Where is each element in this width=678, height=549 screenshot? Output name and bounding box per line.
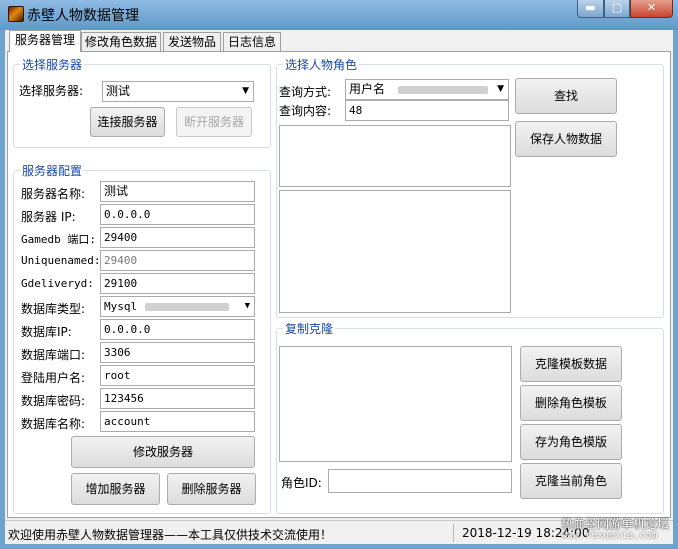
select-server-legend: 选择服务器	[22, 58, 83, 72]
db-type-value: Mysql	[104, 300, 138, 313]
server-select-value: 测试	[106, 84, 131, 98]
db-user-input[interactable]: root	[100, 365, 255, 386]
chevron-down-icon: ▼	[242, 86, 249, 96]
role-id-label: 角色ID:	[281, 476, 322, 490]
client-area: 服务器管理 修改角色数据 发送物品 日志信息 选择服务器 选择服务器: 测试 ▼…	[5, 30, 673, 544]
status-message: 欢迎使用赤壁人物数据管理器——本工具仅供技术交流使用！	[8, 528, 333, 542]
close-button[interactable]: ✕	[630, 0, 673, 18]
db-ip-input[interactable]: 0.0.0.0	[100, 319, 255, 340]
role-id-input[interactable]	[328, 469, 512, 493]
gamedb-port-label: Gamedb 端口:	[21, 233, 96, 246]
minimize-button[interactable]: ▬	[577, 0, 604, 18]
clone-current-character-button[interactable]: 克隆当前角色	[520, 463, 622, 499]
gdeliveryd-input[interactable]: 29100	[100, 273, 255, 294]
delete-template-button[interactable]: 删除角色模板	[520, 385, 622, 421]
query-mode-select[interactable]: 用户名 ▼	[345, 79, 509, 100]
clone-template-list[interactable]	[279, 346, 512, 462]
blurred-text	[145, 303, 229, 311]
query-button[interactable]: 查找	[515, 78, 617, 114]
db-user-label: 登陆用户名:	[21, 371, 86, 385]
disconnect-server-button[interactable]: 断开服务器	[176, 107, 252, 137]
db-name-input[interactable]: account	[100, 411, 255, 432]
save-as-template-button[interactable]: 存为角色模版	[520, 424, 622, 460]
maximize-button[interactable]: □	[604, 0, 630, 18]
server-name-input[interactable]: 测试	[100, 181, 255, 202]
delete-server-button[interactable]: 删除服务器	[167, 473, 256, 505]
server-ip-input[interactable]: 0.0.0.0	[100, 204, 255, 225]
clone-legend: 复制克隆	[285, 322, 334, 336]
db-port-input[interactable]: 3306	[100, 342, 255, 363]
uniquenamed-input[interactable]: 29400	[100, 250, 255, 271]
app-logo-icon	[8, 6, 24, 22]
server-ip-label: 服务器 IP:	[21, 210, 76, 224]
db-name-label: 数据库名称:	[21, 417, 86, 431]
gamedb-port-input[interactable]: 29400	[100, 227, 255, 248]
save-character-button[interactable]: 保存人物数据	[515, 121, 617, 157]
add-server-button[interactable]: 增加服务器	[71, 473, 160, 505]
db-password-label: 数据库密码:	[21, 394, 86, 408]
db-type-label: 数据库类型:	[21, 302, 86, 316]
server-config-legend: 服务器配置	[22, 164, 83, 178]
query-content-input[interactable]: 48	[345, 100, 509, 121]
blurred-text	[398, 86, 488, 94]
character-detail-box[interactable]	[279, 190, 511, 313]
db-port-label: 数据库端口:	[21, 348, 86, 362]
window-title: 赤壁人物数据管理	[27, 8, 139, 24]
tab-logs[interactable]: 日志信息	[223, 32, 281, 51]
server-name-label: 服务器名称:	[21, 187, 86, 201]
chevron-down-icon: ▼	[244, 301, 250, 311]
tab-send-items[interactable]: 发送物品	[163, 32, 221, 51]
db-ip-label: 数据库IP:	[21, 325, 72, 339]
status-separator	[453, 524, 454, 542]
db-password-input[interactable]: 123456	[100, 388, 255, 409]
tab-edit-character[interactable]: 修改角色数据	[81, 32, 161, 51]
tab-server-management[interactable]: 服务器管理	[9, 30, 81, 52]
db-type-select[interactable]: Mysql ▼	[100, 296, 255, 317]
watermark-url: www.rexuexia.com	[561, 530, 658, 541]
connect-server-button[interactable]: 连接服务器	[90, 107, 165, 137]
character-list-box[interactable]	[279, 125, 511, 187]
select-character-legend: 选择人物角色	[285, 58, 358, 72]
chevron-down-icon: ▼	[497, 84, 504, 94]
server-select[interactable]: 测试 ▼	[102, 81, 254, 102]
status-bar: 欢迎使用赤壁人物数据管理器——本工具仅供技术交流使用！ 2018-12-19 1…	[5, 517, 673, 544]
gdeliveryd-label: Gdeliveryd:	[21, 277, 94, 290]
modify-server-button[interactable]: 修改服务器	[71, 436, 255, 468]
select-server-label: 选择服务器:	[19, 84, 84, 98]
tab-page: 选择服务器 选择服务器: 测试 ▼ 连接服务器 断开服务器 服务器配置 服务器名…	[7, 51, 671, 518]
query-mode-label: 查询方式:	[279, 85, 332, 99]
query-mode-value: 用户名	[349, 82, 386, 96]
query-content-label: 查询内容:	[279, 104, 332, 118]
uniquenamed-label: Uniquenamed:	[21, 254, 101, 267]
clone-template-data-button[interactable]: 克隆模板数据	[520, 346, 622, 382]
